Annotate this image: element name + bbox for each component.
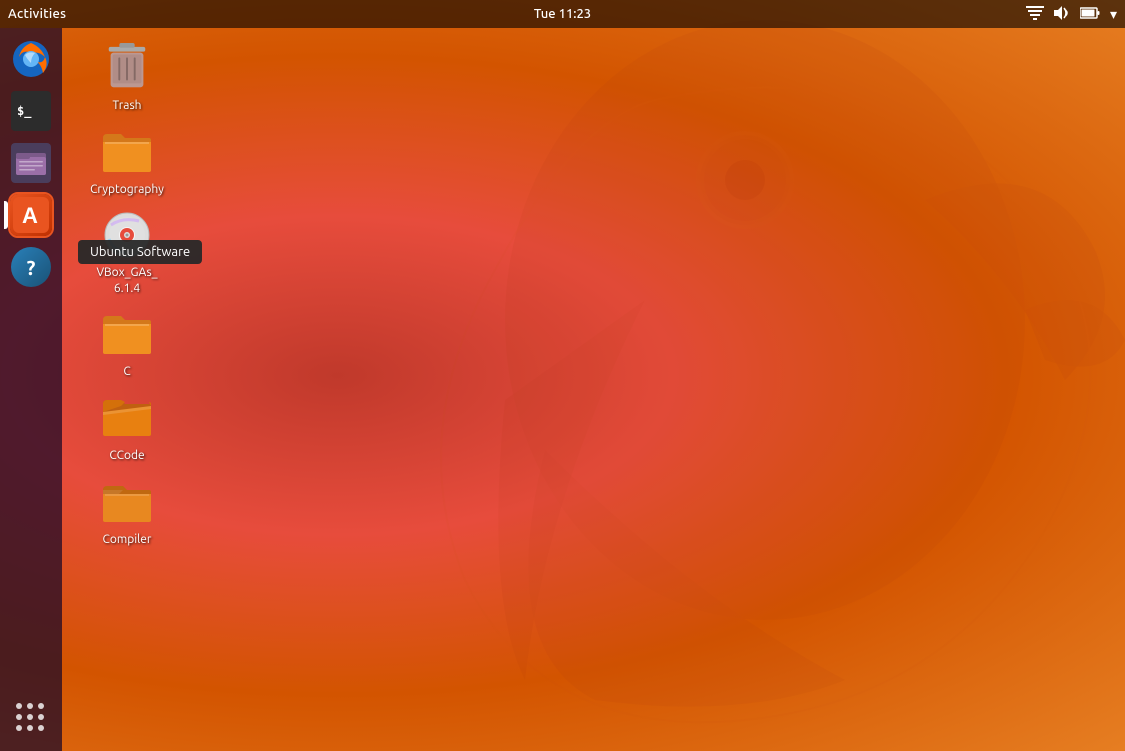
desktop-icon-vbox[interactable]: VBox_GAs_ 6.1.4	[82, 205, 172, 300]
compiler-folder-icon	[101, 476, 153, 528]
topbar: Activities Tue 11:23	[0, 0, 1125, 28]
help-icon-display: ?	[11, 247, 51, 287]
svg-text:A: A	[22, 203, 38, 228]
vbox-cd-icon	[101, 209, 153, 261]
sound-icon[interactable]	[1054, 6, 1070, 23]
firefox-icon	[11, 39, 51, 79]
background-bird	[345, 0, 1125, 751]
network-icon[interactable]	[1026, 6, 1044, 23]
trash-label: Trash	[112, 98, 141, 114]
dock-item-help[interactable]: ?	[8, 244, 54, 290]
files-icon	[11, 143, 51, 183]
topbar-left: Activities	[8, 7, 66, 21]
desktop-icon-cryptography[interactable]: Cryptography	[82, 122, 172, 202]
desktop-icon-compiler[interactable]: Compiler	[82, 472, 172, 552]
ccode-folder-icon	[101, 392, 153, 444]
ubuntu-software-icon-display: A	[10, 194, 52, 236]
trash-icon	[101, 42, 153, 94]
dock-item-firefox[interactable]	[8, 36, 54, 82]
battery-icon[interactable]	[1080, 6, 1100, 22]
topbar-clock: Tue 11:23	[534, 7, 591, 21]
activities-label[interactable]: Activities	[8, 7, 66, 21]
desktop-icon-trash[interactable]: Trash	[82, 38, 172, 118]
dock-item-terminal[interactable]: $_	[8, 88, 54, 134]
c-folder-icon	[101, 308, 153, 360]
desktop-icons-area: Trash Cryptography	[62, 28, 282, 751]
desktop-icon-c[interactable]: C	[82, 304, 172, 384]
svg-text:$_: $_	[17, 104, 32, 119]
ccode-label: CCode	[109, 448, 144, 464]
cryptography-label: Cryptography	[90, 182, 164, 198]
dock-show-apps[interactable]	[8, 695, 54, 741]
vbox-label: VBox_GAs_ 6.1.4	[96, 265, 157, 296]
apps-grid-icon	[16, 703, 46, 733]
desktop: Activities Tue 11:23	[0, 0, 1125, 751]
desktop-icon-ccode[interactable]: CCode	[82, 388, 172, 468]
topbar-right: ▾	[1026, 6, 1117, 23]
topbar-menu-arrow[interactable]: ▾	[1110, 6, 1117, 23]
dock-item-ubuntu-software[interactable]: A	[8, 192, 54, 238]
c-label: C	[123, 364, 130, 380]
compiler-label: Compiler	[103, 532, 152, 548]
dock-item-files[interactable]	[8, 140, 54, 186]
cryptography-folder-icon	[101, 126, 153, 178]
dock: $_ A	[0, 28, 62, 751]
terminal-icon-display: $_	[11, 91, 51, 131]
